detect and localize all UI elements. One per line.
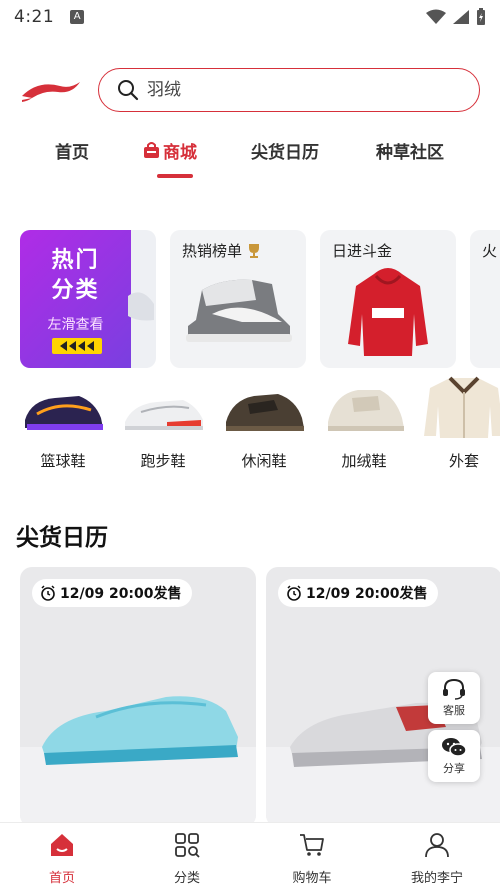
tab-home[interactable]: 首页 bbox=[55, 138, 89, 163]
alarm-clock-icon bbox=[287, 585, 301, 601]
shopping-cart-icon bbox=[300, 834, 324, 856]
tab-release-calendar[interactable]: 尖货日历 bbox=[251, 138, 319, 163]
running-shoe-image bbox=[125, 400, 203, 430]
category-running-shoes[interactable]: 跑步鞋 bbox=[117, 376, 209, 471]
nav-categories-label: 分类 bbox=[173, 871, 200, 886]
category-row: 篮球鞋 跑步鞋 休闲鞋 加绒鞋 外套 bbox=[0, 376, 500, 476]
search-bar[interactable] bbox=[98, 68, 480, 112]
bestseller-title: 热销榜单 bbox=[182, 242, 243, 260]
casual-shoe-image bbox=[226, 394, 304, 431]
nav-home-label: 首页 bbox=[48, 871, 75, 886]
category-label: 休闲鞋 bbox=[241, 452, 287, 470]
search-icon bbox=[118, 80, 139, 101]
category-label: 篮球鞋 bbox=[40, 452, 86, 470]
tab-community[interactable]: 种草社区 bbox=[376, 138, 444, 163]
bestseller-card[interactable]: 热销榜单 bbox=[170, 230, 306, 368]
hot-categories-card[interactable]: 热门 分类 左滑查看 bbox=[20, 230, 156, 368]
hot-categories-banner: 热门 分类 左滑查看 bbox=[20, 230, 131, 368]
home-icon bbox=[51, 834, 73, 856]
shoe-thumbnail-icon bbox=[128, 292, 154, 321]
user-profile-icon bbox=[425, 833, 449, 858]
header bbox=[0, 66, 500, 114]
hot-partial-card[interactable]: 火 bbox=[470, 230, 500, 368]
share-label: 分享 bbox=[443, 762, 465, 775]
category-label: 加绒鞋 bbox=[341, 452, 387, 470]
wechat-icon bbox=[442, 738, 467, 757]
fleece-shoe-image bbox=[328, 390, 404, 431]
shopping-bag-icon bbox=[144, 142, 159, 158]
headset-icon bbox=[443, 678, 465, 700]
app-notification-icon: A bbox=[70, 10, 85, 24]
active-tab-indicator bbox=[157, 174, 193, 178]
status-bar: 4:21 A bbox=[0, 0, 500, 34]
nav-profile[interactable]: 我的李宁 bbox=[387, 831, 487, 886]
bottom-nav: 首页 分类 购物车 我的李宁 bbox=[0, 822, 500, 888]
top-tabs: 首页 商城 尖货日历 种草社区 bbox=[0, 132, 500, 182]
jacket-image bbox=[424, 376, 500, 438]
category-label: 跑步鞋 bbox=[140, 452, 186, 470]
li-ning-logo[interactable] bbox=[20, 76, 82, 102]
swipe-left-arrows-icon bbox=[52, 338, 102, 354]
nav-categories[interactable]: 分类 bbox=[137, 831, 237, 886]
category-jackets[interactable]: 外套 bbox=[418, 376, 500, 471]
section-title: 尖货日历 bbox=[16, 525, 108, 551]
hot-partial-title: 火 bbox=[482, 242, 498, 260]
alarm-clock-icon bbox=[41, 585, 55, 601]
category-fleece-shoes[interactable]: 加绒鞋 bbox=[318, 376, 410, 471]
search-input[interactable] bbox=[147, 80, 447, 100]
trophy-icon bbox=[249, 243, 260, 258]
release-date-text: 12/09 20:00发售 bbox=[306, 586, 428, 602]
nav-cart-label: 购物车 bbox=[292, 871, 332, 886]
tab-mall[interactable]: 商城 bbox=[143, 138, 197, 163]
high-top-sneaker-image bbox=[186, 279, 292, 342]
daily-gold-title: 日进斗金 bbox=[332, 242, 393, 260]
feature-cards: 热门 分类 左滑查看 热销榜单 日进斗金 火 bbox=[0, 230, 500, 368]
signal-icon bbox=[453, 10, 469, 24]
product-card[interactable]: 12/09 20:00发售 bbox=[20, 567, 256, 827]
category-basketball-shoes[interactable]: 篮球鞋 bbox=[17, 376, 109, 471]
battery-icon bbox=[477, 8, 485, 25]
blue-basketball-shoe-image bbox=[42, 696, 238, 765]
category-label: 外套 bbox=[448, 452, 479, 470]
customer-service-button[interactable]: 客服 bbox=[428, 672, 480, 724]
share-button[interactable]: 分享 bbox=[428, 730, 480, 782]
status-time: 4:21 bbox=[14, 7, 55, 27]
hot-categories-subtitle: 左滑查看 bbox=[47, 317, 104, 333]
release-date-badge: 12/09 20:00发售 bbox=[32, 579, 192, 607]
red-hoodie-image bbox=[348, 268, 428, 356]
wifi-icon bbox=[426, 9, 446, 24]
daily-gold-card[interactable]: 日进斗金 bbox=[320, 230, 456, 368]
hot-categories-title: 热门 分类 bbox=[51, 248, 100, 303]
release-date-badge: 12/09 20:00发售 bbox=[278, 579, 438, 607]
categories-grid-icon bbox=[175, 833, 200, 858]
release-date-text: 12/09 20:00发售 bbox=[60, 586, 182, 602]
customer-service-label: 客服 bbox=[443, 704, 465, 717]
tab-mall-label: 商城 bbox=[163, 143, 197, 163]
basketball-shoe-image bbox=[25, 396, 103, 430]
status-indicators bbox=[426, 8, 486, 26]
nav-home[interactable]: 首页 bbox=[12, 831, 112, 886]
category-casual-shoes[interactable]: 休闲鞋 bbox=[218, 376, 310, 471]
nav-cart[interactable]: 购物车 bbox=[262, 831, 362, 886]
nav-profile-label: 我的李宁 bbox=[410, 871, 463, 886]
